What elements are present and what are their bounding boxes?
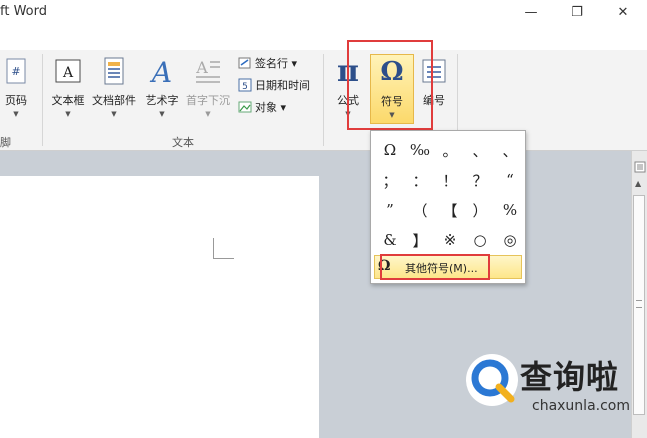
minimize-button[interactable]: — xyxy=(514,2,548,24)
wordart-icon: A xyxy=(147,56,177,86)
drop-cap-icon: A xyxy=(193,56,223,86)
symbol-cell[interactable]: ？ xyxy=(465,165,495,195)
symbol-cell[interactable]: 、 xyxy=(465,135,495,165)
ruler-toggle-icon[interactable] xyxy=(634,161,646,176)
chevron-down-icon: ▼ xyxy=(159,110,165,118)
group-divider xyxy=(323,54,324,146)
signature-line-icon xyxy=(238,56,252,70)
text-box-label: 文本框 xyxy=(51,94,85,107)
drop-cap-label: 首字下沉 xyxy=(186,94,230,107)
wordart-button[interactable]: A 艺术字 ▼ xyxy=(140,54,184,120)
page-number-label: 页码 xyxy=(5,94,27,107)
object-button[interactable]: 对象 ▾ xyxy=(238,99,286,117)
ribbon: # 页码 ▼ 脚 A 文本框 ▼ 文档部件 ▼ A 艺术字 ▼ A 首字下沉 ▼… xyxy=(0,50,647,151)
drop-cap-button[interactable]: A 首字下沉 ▼ xyxy=(186,54,230,120)
date-time-label: 日期和时间 xyxy=(255,79,310,92)
svg-text:#: # xyxy=(11,65,20,78)
close-button[interactable]: ✕ xyxy=(606,2,640,24)
watermark-url: chaxunla.com xyxy=(532,398,630,414)
object-icon xyxy=(238,100,252,114)
symbol-cell[interactable]: 。 xyxy=(435,135,465,165)
symbol-cell[interactable]: ” xyxy=(375,195,405,225)
chevron-down-icon: ▼ xyxy=(205,110,211,118)
scroll-up-icon[interactable]: ▲ xyxy=(635,179,641,188)
document-parts-button[interactable]: 文档部件 ▼ xyxy=(92,54,136,120)
signature-line-button[interactable]: 签名行 ▾ xyxy=(238,55,297,73)
symbol-cell[interactable]: 【 xyxy=(435,195,465,225)
symbol-cell[interactable]: % xyxy=(495,195,525,225)
symbol-cell[interactable]: ！ xyxy=(435,165,465,195)
more-symbols-highlight xyxy=(380,254,490,280)
svg-text:A: A xyxy=(195,58,208,77)
object-label: 对象 ▾ xyxy=(255,101,287,114)
symbol-cell[interactable]: ◎ xyxy=(495,225,525,255)
group-divider xyxy=(42,54,43,146)
page-number-icon: # xyxy=(1,56,31,86)
document-parts-label: 文档部件 xyxy=(92,94,136,107)
symbol-cell[interactable]: “ xyxy=(495,165,525,195)
header-footer-group-label: 脚 xyxy=(0,136,11,149)
scrollbar-thumb[interactable] xyxy=(633,195,645,415)
ribbon-tabs-strip: ? xyxy=(0,26,647,71)
symbol-cell[interactable]: ； xyxy=(375,165,405,195)
date-time-button[interactable]: 5 日期和时间 xyxy=(238,77,310,95)
svg-text:A: A xyxy=(149,56,172,86)
document-parts-icon xyxy=(99,56,129,86)
symbol-cell[interactable]: ○ xyxy=(465,225,495,255)
chevron-down-icon: ▼ xyxy=(65,110,71,118)
symbol-cell[interactable]: 】 xyxy=(405,225,435,255)
symbol-button-highlight xyxy=(347,40,433,130)
symbol-cell[interactable]: 、 xyxy=(495,135,525,165)
symbol-cell[interactable]: Ω xyxy=(375,135,405,165)
text-box-icon: A xyxy=(53,56,83,86)
symbol-cell[interactable]: ） xyxy=(465,195,495,225)
window-title: ft Word xyxy=(0,4,47,19)
symbol-cell[interactable]: （ xyxy=(405,195,435,225)
margin-corner-mark xyxy=(213,238,234,259)
page-number-button[interactable]: # 页码 ▼ xyxy=(0,54,38,120)
symbol-cell[interactable]: & xyxy=(375,225,405,255)
wordart-label: 艺术字 xyxy=(145,94,179,107)
document-page[interactable] xyxy=(0,176,319,438)
title-bar: ft Word — ❐ ✕ xyxy=(0,0,647,26)
watermark-text: 查询啦 xyxy=(520,358,620,396)
restore-button[interactable]: ❐ xyxy=(560,2,594,24)
symbol-cell[interactable]: ： xyxy=(405,165,435,195)
signature-line-label: 签名行 ▾ xyxy=(255,57,298,70)
text-group-label: 文本 xyxy=(172,136,194,149)
chevron-down-icon: ▼ xyxy=(111,110,117,118)
symbol-cell[interactable]: ※ xyxy=(435,225,465,255)
svg-text:5: 5 xyxy=(242,82,248,92)
symbol-grid: Ω ‰ 。 、 、 ； ： ！ ？ “ ” （ 【 ） % & 】 ※ ○ ◎ xyxy=(375,135,525,255)
chevron-down-icon: ▼ xyxy=(13,110,19,118)
thumb-grip-icon xyxy=(636,300,642,308)
svg-text:A: A xyxy=(62,65,74,81)
text-box-button[interactable]: A 文本框 ▼ xyxy=(46,54,90,120)
watermark-logo-icon xyxy=(466,354,518,406)
date-time-icon: 5 xyxy=(238,78,252,92)
symbol-cell[interactable]: ‰ xyxy=(405,135,435,165)
